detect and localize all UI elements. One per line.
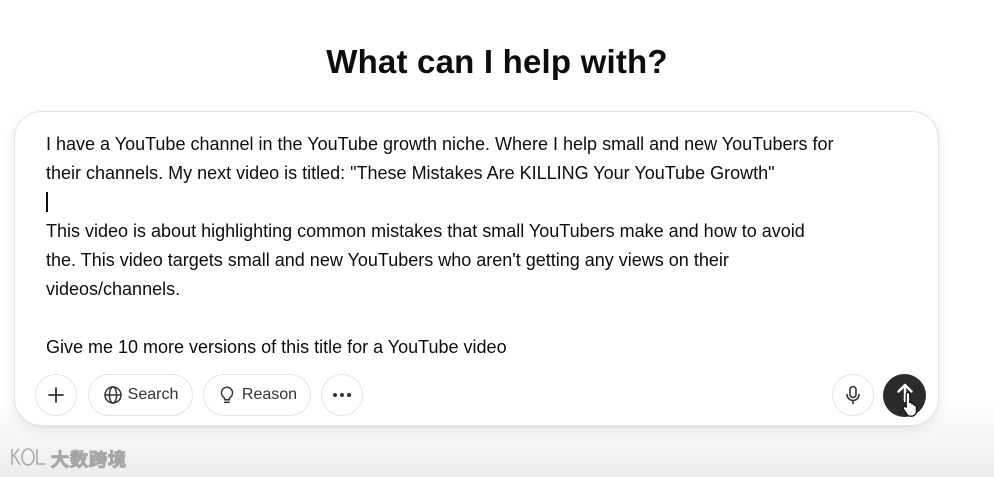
text-caret [46,192,48,212]
reason-label: Reason [241,386,298,403]
mouse-cursor-icon [902,391,922,422]
prompt-line-8: Give me 10 more versions of this title f… [46,337,507,357]
prompt-line-1: I have a YouTube channel in the YouTube … [46,134,834,154]
prompt-line-7 [46,304,916,333]
prompt-line-5: the. This video targets small and new Yo… [46,250,729,270]
prompt-composer[interactable]: I have a YouTube channel in the YouTube … [14,111,939,426]
search-button[interactable]: Search [88,374,193,416]
globe-icon [103,385,123,405]
prompt-input[interactable]: I have a YouTube channel in the YouTube … [46,130,916,362]
reason-button[interactable]: Reason [203,374,311,416]
voice-input-button[interactable] [832,374,874,416]
prompt-line-4: This video is about highlighting common … [46,221,805,241]
watermark-logo-icon [9,445,47,474]
microphone-icon [845,385,861,405]
prompt-line-2: their channels. My next video is titled:… [46,163,775,183]
attach-button[interactable] [35,374,77,416]
more-options-button[interactable] [321,374,363,416]
plus-icon [47,386,65,404]
page-heading: What can I help with? [326,43,668,80]
watermark-text: 大数跨境 [51,450,127,472]
prompt-line-3 [46,188,916,217]
search-label: Search [127,386,179,403]
prompt-line-6: videos/channels. [46,279,181,299]
composer-toolbar: Search Reason [15,374,938,418]
watermark: 大数跨境 [9,446,127,472]
lightbulb-icon [217,385,237,405]
ellipsis-icon [332,392,352,398]
